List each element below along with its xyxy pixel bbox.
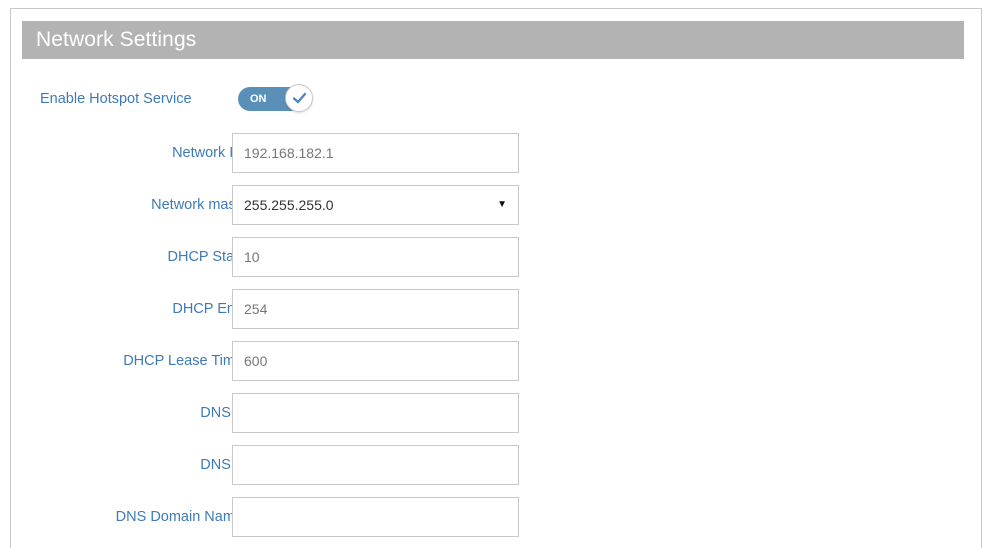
dns1-input[interactable] — [232, 393, 519, 433]
dns-domain-name-input[interactable] — [232, 497, 519, 537]
caret-down-icon: ▼ — [497, 199, 507, 210]
dns-domain-name-label: DNS Domain Name — [115, 509, 243, 525]
dhcp-lease-time-row: DHCP Lease Time — [22, 341, 964, 381]
section-header: Network Settings — [22, 21, 964, 59]
toggle-knob — [285, 84, 313, 112]
dhcp-lease-time-input[interactable] — [232, 341, 519, 381]
network-mask-value: 255.255.255.0 — [244, 197, 334, 213]
dhcp-end-input[interactable] — [232, 289, 519, 329]
dhcp-start-input[interactable] — [232, 237, 519, 277]
dns2-row: DNS 2 — [22, 445, 964, 485]
dhcp-start-row: DHCP Start — [22, 237, 964, 277]
hotspot-toggle[interactable]: ON — [238, 84, 314, 114]
dns2-input[interactable] — [232, 445, 519, 485]
dns-domain-name-row: DNS Domain Name — [22, 497, 964, 537]
network-ip-row: Network IP — [22, 133, 964, 173]
section-title: Network Settings — [36, 28, 197, 51]
dns1-row: DNS 1 — [22, 393, 964, 433]
toggle-state-label: ON — [250, 93, 267, 105]
network-mask-label: Network mask — [151, 197, 243, 213]
network-ip-input[interactable] — [232, 133, 519, 173]
check-icon — [292, 92, 307, 104]
network-mask-select[interactable]: 255.255.255.0 ▼ — [232, 185, 519, 225]
hotspot-row: Enable Hotspot Service ON — [22, 79, 964, 119]
dhcp-end-row: DHCP End — [22, 289, 964, 329]
dhcp-lease-time-label: DHCP Lease Time — [123, 353, 243, 369]
hotspot-label: Enable Hotspot Service — [40, 91, 192, 107]
network-mask-row: Network mask 255.255.255.0 ▼ — [22, 185, 964, 225]
